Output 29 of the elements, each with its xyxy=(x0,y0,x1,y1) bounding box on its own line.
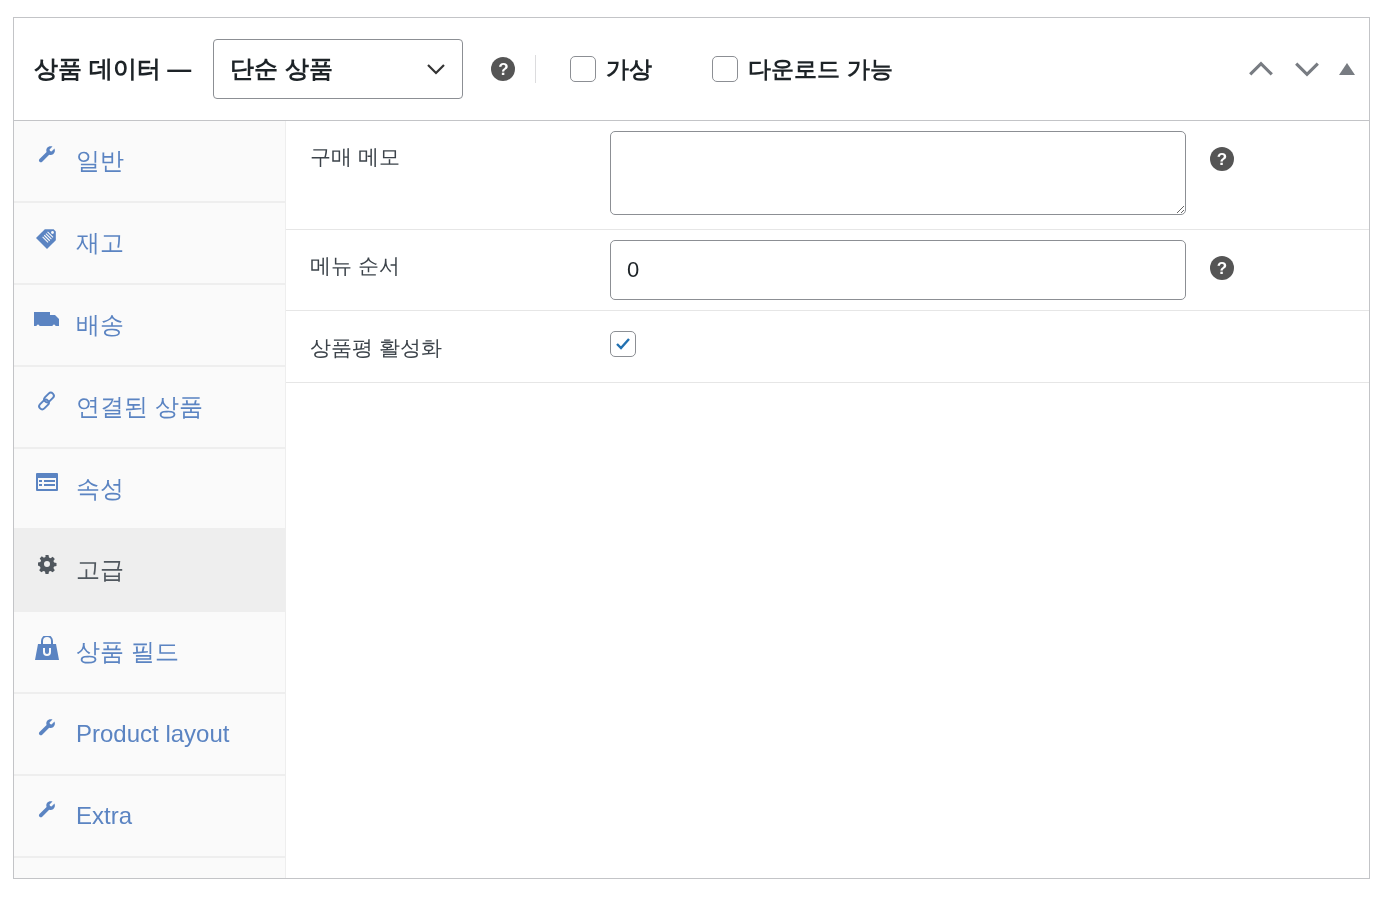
sidebar-tab[interactable]: 배송 xyxy=(14,284,285,367)
textarea-field[interactable] xyxy=(610,131,1186,215)
help-button[interactable]: ? xyxy=(491,57,516,81)
field-label: 메뉴 순서 xyxy=(310,253,401,279)
input-field[interactable]: 0 xyxy=(610,240,1186,300)
sidebar-tab[interactable]: 연결된 상품 xyxy=(14,366,285,449)
sidebar-tab[interactable]: 재고 xyxy=(14,202,285,285)
chevron-down-icon xyxy=(426,63,447,75)
checkbox[interactable] xyxy=(712,56,739,82)
sidebar-tab[interactable]: 일반 xyxy=(14,121,285,203)
move-up-icon[interactable] xyxy=(1247,60,1275,78)
sidebar-tab[interactable]: 고급 xyxy=(14,530,285,613)
sidebar-tab[interactable]: 상품 필드 xyxy=(14,612,285,695)
option-label: 가상 xyxy=(606,54,653,84)
sidebar-tab[interactable]: Product layout xyxy=(14,694,285,777)
checkbox[interactable] xyxy=(570,56,597,82)
move-down-icon[interactable] xyxy=(1293,60,1321,78)
field-label: 구매 메모 xyxy=(310,144,401,170)
table-icon xyxy=(34,472,60,491)
shopping-bag-icon xyxy=(34,636,60,661)
sidebar-tab[interactable]: Extra xyxy=(14,776,285,858)
help-button[interactable]: ? xyxy=(1210,147,1234,171)
panel-title: 상품 데이터 — xyxy=(34,54,192,84)
product-type-select[interactable]: 단순 상품 xyxy=(213,39,464,99)
collapse-triangle-icon[interactable] xyxy=(1339,63,1355,75)
help-button[interactable]: ? xyxy=(1210,256,1234,280)
option-label: 다운로드 가능 xyxy=(748,54,893,84)
field-label: 상품평 활성화 xyxy=(310,335,443,361)
checkbox[interactable] xyxy=(610,331,636,357)
